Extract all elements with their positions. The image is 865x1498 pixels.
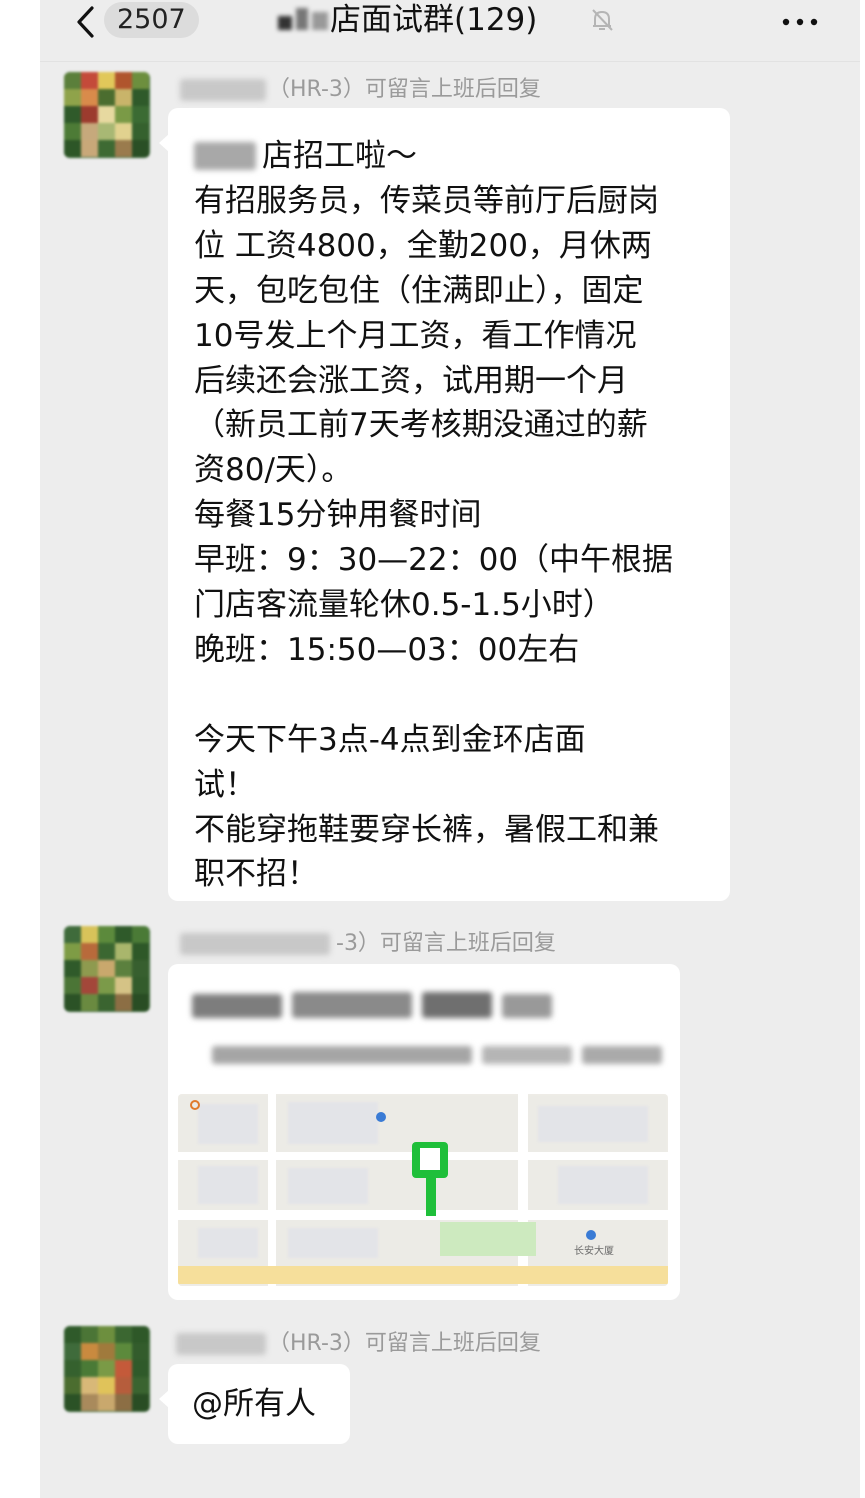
message-bubble-recruitment[interactable]: 店招工啦～ 有招服务员，传菜员等前厅后厨岗 位 工资4800，全勤200，月休两… [159,108,730,901]
message-line: 资80/天）。 [194,452,353,489]
message-line: 早班：9：30—22：00（中午根据 [194,542,674,579]
message-line: 晚班：15:50—03：00左右 [194,631,580,668]
map-pin-icon [412,1142,448,1216]
location-map[interactable]: 长安大厦 [178,1094,668,1286]
message-line: 门店客流量轮休0.5-1.5小时） [194,587,614,624]
message-line [194,673,704,718]
sender-name: -3）可留言上班后回复 [336,931,556,956]
message-line: 每餐15分钟用餐时间 [194,497,482,534]
message-line: 位 工资4800，全勤200，月休两 [194,227,652,264]
mention-text: @所有人 [192,1386,316,1422]
avatar[interactable] [64,926,150,1012]
avatar[interactable] [64,72,150,158]
location-title-blurred [192,988,552,1022]
message-line: （新员工前7天考核期没通过的薪 [194,407,648,444]
message-bubble-mention[interactable]: @所有人 [159,1364,350,1444]
unread-count-badge[interactable]: 2507 [104,2,199,38]
message-line: 今天下午3点-4点到金环店面 [194,721,586,758]
message-line: 有招服务员，传菜员等前厅后厨岗 [194,182,659,219]
more-dots-icon[interactable] [778,6,822,34]
location-card[interactable]: 长安大厦 [168,964,680,1300]
message-line: 试！ [194,766,256,803]
message-line: 10号发上个月工资，看工作情况 [194,317,637,354]
sender-name: （HR-3）可留言上班后回复 [268,77,541,102]
sender-name-blurred [180,79,266,101]
message-line: 店招工啦～ [262,138,417,174]
sender-name-blurred [180,933,330,955]
message-line: 不能穿拖鞋要穿长裤，暑假工和兼 [194,811,659,848]
message-text: 店招工啦～ 有招服务员，传菜员等前厅后厨岗 位 工资4800，全勤200，月休两… [194,134,704,897]
message-line: 职不招！ [194,856,318,893]
avatar[interactable] [64,1326,150,1412]
sender-name-blurred [176,1333,266,1355]
map-label: 长安大厦 [574,1246,614,1257]
location-address-blurred [192,1042,662,1070]
bubble-tail [159,1390,169,1408]
title-blurred-prefix [278,6,334,32]
message-line: 天，包吃包住（住满即止），固定 [194,272,644,309]
bell-off-icon [588,6,616,34]
message-line: 后续还会涨工资，试用期一个月 [194,362,628,399]
sender-name: （HR-3）可留言上班后回复 [268,1331,541,1356]
chevron-left-icon[interactable] [70,2,100,42]
bubble-tail [159,134,169,152]
page-title: 店面试群(129) [330,2,538,38]
